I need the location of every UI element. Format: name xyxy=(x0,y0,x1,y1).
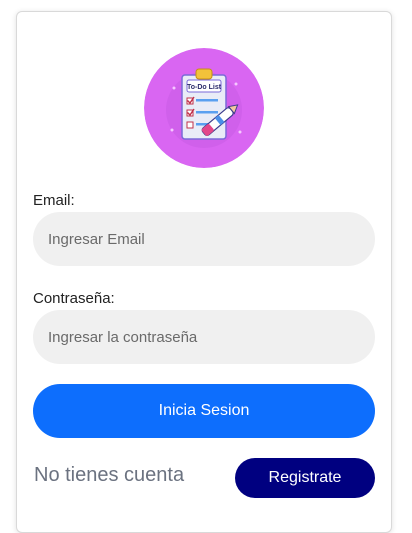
password-input[interactable] xyxy=(33,310,375,364)
email-label: Email: xyxy=(33,192,75,209)
login-button[interactable]: Inicia Sesion xyxy=(33,384,375,438)
email-input[interactable] xyxy=(33,212,375,266)
logo-text: To-Do List xyxy=(187,84,222,91)
todo-list-clipboard-icon: To-Do List xyxy=(144,48,264,168)
password-label: Contraseña: xyxy=(33,290,115,307)
login-card: To-Do List Email: Contraseña: Inicia Ses… xyxy=(16,11,392,533)
todo-list-logo: To-Do List xyxy=(144,48,264,168)
register-button[interactable]: Registrate xyxy=(235,458,375,498)
no-account-text: No tienes cuenta xyxy=(34,464,185,486)
